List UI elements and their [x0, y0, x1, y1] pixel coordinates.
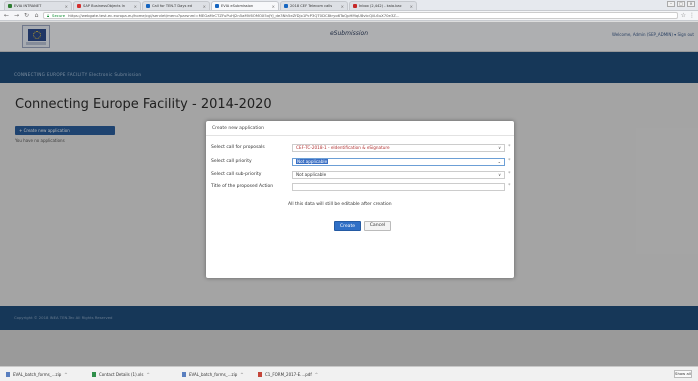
tab-label: EVIA INTRANET [14, 4, 42, 8]
favicon-icon [146, 4, 150, 8]
excel-file-icon [92, 372, 96, 377]
select-value: Not applicable [296, 172, 327, 177]
caret-up-icon[interactable]: ^ [146, 372, 149, 377]
required-marker: * [508, 183, 511, 189]
menu-icon[interactable]: ⋮ [689, 12, 695, 19]
close-tab-icon[interactable]: × [65, 4, 68, 9]
tab-label: Call for TEN-T Days ed [152, 4, 192, 8]
zip-file-icon [182, 372, 186, 377]
browser-tab[interactable]: 2018 CEF Telecom calls × [280, 1, 348, 10]
browser-tab-active[interactable]: EVIA eSubmission × [211, 1, 279, 10]
dialog-divider [206, 135, 514, 136]
field-label: Select call priority [211, 159, 252, 164]
url-text: https://webgate.test.ec.europa.eu/home/c… [68, 13, 400, 18]
create-button[interactable]: Create [334, 221, 361, 231]
chevron-down-icon: ⌄ [497, 159, 501, 164]
cancel-button[interactable]: Cancel [364, 221, 391, 231]
tab-label: SAP BusinessObjects In [83, 4, 126, 8]
reload-icon[interactable]: ↻ [23, 12, 30, 19]
caret-up-icon[interactable]: ^ [240, 372, 243, 377]
required-marker: * [508, 158, 511, 164]
lock-icon: 🔒︎ [47, 13, 50, 18]
download-bar: EVAL_batch_forms_...zip ^ Contact Details… [0, 366, 698, 381]
editable-note: All this data will still be editable aft… [288, 202, 392, 207]
download-name: C1_FORM_2017-E....pdf [265, 372, 312, 377]
window-controls: – □ × [667, 1, 695, 7]
call-sub-priority-row: Select call sub-priority Not applicable … [211, 171, 511, 180]
chevron-down-icon: ∨ [498, 145, 501, 150]
close-tab-icon[interactable]: × [134, 4, 137, 9]
download-name: EVAL_batch_forms_...zip [13, 372, 62, 377]
download-item[interactable]: Contact Details (1).xls ^ [92, 372, 150, 377]
call-sub-priority-select[interactable]: Not applicable ∨ [292, 171, 505, 179]
field-label: Select call sub-priority [211, 172, 262, 177]
favicon-icon [215, 4, 219, 8]
favicon-icon [77, 4, 81, 8]
browser-tab[interactable]: SAP BusinessObjects In × [73, 1, 141, 10]
action-title-row: Title of the proposed Action * [211, 183, 511, 192]
show-all-downloads-button[interactable]: Show all [674, 370, 692, 378]
browser-tab-bar: EVIA INTRANET × SAP BusinessObjects In × C… [0, 0, 698, 11]
favicon-icon [284, 4, 288, 8]
address-bar: ← → ↻ ⌂ 🔒︎ Secure https://webgate.test.e… [0, 11, 698, 21]
back-icon[interactable]: ← [3, 12, 10, 19]
dialog-title: Create new application [212, 126, 264, 131]
forward-icon[interactable]: → [13, 12, 20, 19]
favicon-icon [353, 4, 357, 8]
browser-tab[interactable]: EVIA INTRANET × [4, 1, 72, 10]
tab-label: 2018 CEF Telecom calls [290, 4, 333, 8]
chevron-down-icon: ∨ [498, 172, 501, 177]
tab-label: Inbox (2,442) - kaia.bac [359, 4, 402, 8]
create-application-dialog: Create new application Select call for p… [206, 121, 514, 278]
browser-tab[interactable]: Call for TEN-T Days ed × [142, 1, 210, 10]
home-icon[interactable]: ⌂ [33, 12, 40, 19]
zip-file-icon [6, 372, 10, 377]
call-for-proposals-row: Select call for proposals CEF-TC-2018-1 … [211, 144, 511, 153]
bookmark-star-icon[interactable]: ☆ [681, 12, 686, 19]
download-item[interactable]: C1_FORM_2017-E....pdf ^ [258, 372, 318, 377]
browser-tab[interactable]: Inbox (2,442) - kaia.bac × [349, 1, 417, 10]
url-input[interactable]: 🔒︎ Secure https://webgate.test.ec.europa… [43, 12, 678, 19]
action-title-input[interactable] [292, 183, 505, 191]
select-value: CEF-TC-2018-1 - eIdentification & eSigna… [296, 145, 390, 150]
tab-label: EVIA eSubmission [221, 4, 254, 8]
caret-up-icon[interactable]: ^ [315, 372, 318, 377]
download-item[interactable]: EVAL_batch_forms_...zip ^ [6, 372, 68, 377]
download-name: Contact Details (1).xls [99, 372, 144, 377]
select-value: Not applicable [296, 159, 329, 164]
maximize-button[interactable]: □ [677, 1, 685, 7]
close-tab-icon[interactable]: × [410, 4, 413, 9]
close-tab-icon[interactable]: × [272, 4, 275, 9]
required-marker: * [508, 171, 511, 177]
call-for-proposals-select[interactable]: CEF-TC-2018-1 - eIdentification & eSigna… [292, 144, 505, 152]
secure-label: Secure [52, 13, 66, 18]
download-item[interactable]: EVAL_batch_forms_...zip ^ [182, 372, 244, 377]
field-label: Title of the proposed Action [211, 184, 274, 189]
favicon-icon [8, 4, 12, 8]
required-marker: * [508, 144, 511, 150]
close-tab-icon[interactable]: × [203, 4, 206, 9]
caret-up-icon[interactable]: ^ [64, 372, 67, 377]
minimize-button[interactable]: – [667, 1, 675, 7]
call-priority-select[interactable]: Not applicable ⌄ [292, 158, 505, 166]
download-name: EVAL_batch_forms_...zip [189, 372, 238, 377]
call-priority-row: Select call priority Not applicable ⌄ * [211, 158, 511, 167]
close-tab-icon[interactable]: × [341, 4, 344, 9]
pdf-file-icon [258, 372, 262, 377]
field-label: Select call for proposals [211, 145, 265, 150]
close-window-button[interactable]: × [687, 1, 695, 7]
